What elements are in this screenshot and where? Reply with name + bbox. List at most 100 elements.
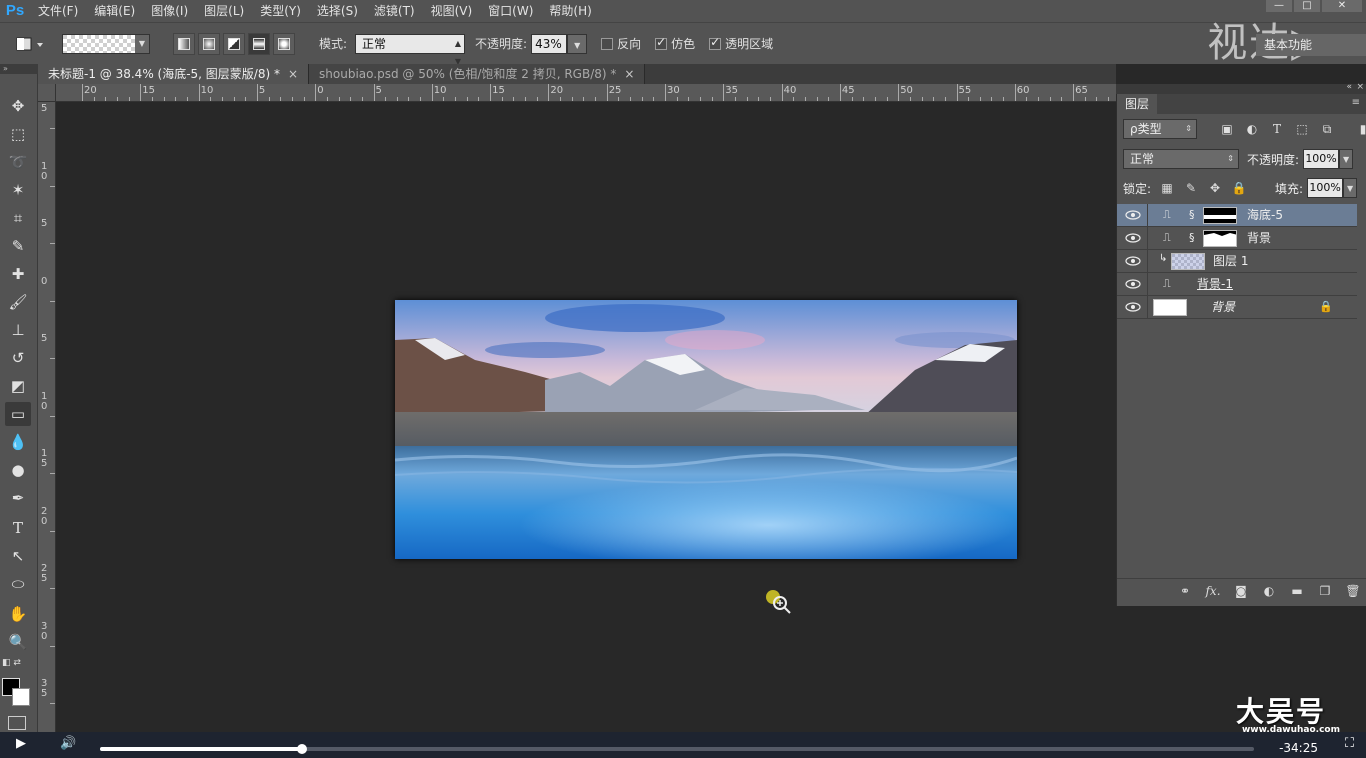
link-icon[interactable]: ⚭ xyxy=(1171,584,1199,598)
folder-icon[interactable]: ▬ xyxy=(1283,584,1311,598)
reflected-gradient-button[interactable] xyxy=(248,32,270,55)
tool-preset-picker[interactable] xyxy=(10,30,50,58)
crop-tool-icon[interactable]: ⌗ xyxy=(5,206,31,230)
close-tab-icon[interactable]: × xyxy=(624,67,634,81)
chevron-down-icon[interactable]: ▼ xyxy=(1339,149,1354,169)
lock-all-icon[interactable]: 🔒 xyxy=(1231,180,1247,196)
gradient-preview[interactable]: ▼ xyxy=(62,33,150,54)
filter-toggle-icon[interactable]: ▮ xyxy=(1354,120,1366,138)
eyedropper-tool-icon[interactable]: ✎ xyxy=(5,234,31,258)
type-tool-icon[interactable]: T xyxy=(5,516,31,540)
layer-row-background[interactable]: 背景 🔒 xyxy=(1117,296,1357,319)
lasso-tool-icon[interactable]: ➰ xyxy=(5,150,31,174)
eraser-tool-icon[interactable]: ◩ xyxy=(5,374,31,398)
type-filter-icon[interactable]: T xyxy=(1268,120,1286,138)
eye-visibility-icon[interactable] xyxy=(1125,254,1141,268)
close-tab-icon[interactable]: × xyxy=(288,67,298,81)
play-icon[interactable]: ▶ xyxy=(16,736,26,751)
menu-filter[interactable]: 滤镜(T) xyxy=(366,0,423,22)
link-chain-icon[interactable]: § xyxy=(1189,208,1199,222)
linear-gradient-button[interactable] xyxy=(173,32,195,55)
ellipse-tool-icon[interactable]: ⬭ xyxy=(5,572,31,596)
menu-image[interactable]: 图像(I) xyxy=(143,0,196,22)
layer-mask-thumbnail[interactable] xyxy=(1203,230,1237,247)
new-layer-icon[interactable]: ❐ xyxy=(1311,584,1339,598)
tab-untitled-1[interactable]: 未标题-1 @ 38.4% (海底-5, 图层蒙版/8) * × xyxy=(38,64,310,84)
volume-icon[interactable]: 🔊 xyxy=(60,736,76,751)
eye-visibility-icon[interactable] xyxy=(1125,208,1141,222)
gradient-tool-icon[interactable]: ▭ xyxy=(5,402,31,426)
close-panel-icon[interactable]: × xyxy=(1356,82,1364,92)
layers-panel-tab[interactable]: 图层 xyxy=(1117,94,1157,114)
move-tool-icon[interactable]: ✥ xyxy=(5,94,31,118)
radial-gradient-button[interactable] xyxy=(198,32,220,55)
blend-mode-dropdown[interactable]: 正常 ⇕ xyxy=(1123,149,1239,169)
fullscreen-icon[interactable]: ⛶ xyxy=(1345,736,1354,751)
chevron-down-icon[interactable]: ▼ xyxy=(1343,178,1358,198)
menu-type[interactable]: 类型(Y) xyxy=(252,0,309,22)
layer-thumbnail[interactable] xyxy=(1171,253,1205,270)
menu-view[interactable]: 视图(V) xyxy=(423,0,481,22)
magic-wand-tool-icon[interactable]: ✶ xyxy=(5,178,31,202)
reverse-checkbox[interactable] xyxy=(601,37,614,50)
dither-checkbox[interactable] xyxy=(655,35,668,50)
angle-gradient-button[interactable] xyxy=(223,32,245,55)
diamond-gradient-button[interactable] xyxy=(273,32,295,55)
path-selection-tool-icon[interactable]: ↖ xyxy=(5,544,31,568)
menu-help[interactable]: 帮助(H) xyxy=(541,0,599,22)
lock-transparent-icon[interactable]: ▦ xyxy=(1159,180,1175,196)
progress-knob[interactable] xyxy=(296,744,307,754)
kind-filter-dropdown[interactable]: ρ类型 ⇕ xyxy=(1123,119,1197,139)
layer-row-layer-1[interactable]: ↳ 图层 1 xyxy=(1117,250,1357,273)
adjustment-icon[interactable]: ◐ xyxy=(1255,584,1283,598)
hand-tool-icon[interactable]: ✋ xyxy=(5,602,31,626)
transparency-checkbox[interactable] xyxy=(709,35,722,50)
fill-field[interactable]: 100% xyxy=(1307,178,1344,198)
menu-edit[interactable]: 编辑(E) xyxy=(86,0,143,22)
dodge-tool-icon[interactable]: ● xyxy=(5,458,31,482)
eye-visibility-icon[interactable] xyxy=(1125,231,1141,245)
history-brush-tool-icon[interactable]: ↺ xyxy=(5,346,31,370)
quick-mask-icon[interactable] xyxy=(8,716,26,730)
brush-tool-icon[interactable]: 🖌 xyxy=(5,290,31,314)
adjustment-filter-icon[interactable]: ◐ xyxy=(1243,120,1261,138)
eye-visibility-icon[interactable] xyxy=(1125,277,1141,291)
panel-menu-icon[interactable]: ≡ xyxy=(1352,97,1360,108)
pen-tool-icon[interactable]: ✒ xyxy=(5,486,31,510)
shape-filter-icon[interactable]: ⬚ xyxy=(1293,120,1311,138)
opacity-field[interactable]: 43% xyxy=(531,33,568,54)
close-window-button[interactable]: ✕ xyxy=(1322,0,1362,12)
background-color-swatch[interactable] xyxy=(12,688,30,706)
menu-file[interactable]: 文件(F) xyxy=(30,0,86,22)
collapse-panels-icon[interactable]: « xyxy=(1346,82,1352,92)
horizontal-ruler[interactable]: 20 15 10 5 0 5 10 15 20 25 30 35 40 45 50 55 60 65 xyxy=(56,84,1121,102)
healing-brush-tool-icon[interactable]: ✚ xyxy=(5,262,31,286)
ruler-origin[interactable] xyxy=(38,84,56,102)
menu-select[interactable]: 选择(S) xyxy=(309,0,366,22)
lock-image-icon[interactable]: ✎ xyxy=(1183,180,1199,196)
menu-window[interactable]: 窗口(W) xyxy=(480,0,541,22)
image-filter-icon[interactable]: ▣ xyxy=(1218,120,1236,138)
video-progress-bar[interactable] xyxy=(100,744,1254,754)
clone-stamp-tool-icon[interactable]: ⊥ xyxy=(5,318,31,342)
fx-icon[interactable]: fx. xyxy=(1199,584,1227,598)
mode-dropdown[interactable]: 正常 ▲ ▼ xyxy=(355,33,466,66)
layer-thumbnail[interactable] xyxy=(1153,299,1187,316)
menu-layer[interactable]: 图层(L) xyxy=(196,0,252,22)
mask-icon[interactable]: ◙ xyxy=(1227,584,1255,598)
layer-row-beijing[interactable]: ⎍ § 背景 xyxy=(1117,227,1357,250)
document-canvas[interactable] xyxy=(395,300,1017,559)
link-chain-icon[interactable]: § xyxy=(1189,231,1199,245)
lock-position-icon[interactable]: ✥ xyxy=(1207,180,1223,196)
trash-icon[interactable]: 🗑 xyxy=(1339,584,1366,598)
marquee-tool-icon[interactable]: ⬚ xyxy=(5,122,31,146)
workspace-dropdown[interactable]: 基本功能 xyxy=(1256,34,1366,56)
blur-tool-icon[interactable]: 💧 xyxy=(5,430,31,454)
eye-visibility-icon[interactable] xyxy=(1125,300,1141,314)
layer-mask-thumbnail[interactable] xyxy=(1203,207,1237,224)
default-colors-icon[interactable]: ◧ ⇄ xyxy=(2,658,21,668)
layer-row-haidi-5[interactable]: ⎍ § 海底-5 xyxy=(1117,204,1357,227)
tab-shoubiao[interactable]: shoubiao.psd @ 50% (色相/饱和度 2 拷贝, RGB/8) … xyxy=(309,64,646,84)
layer-opacity-field[interactable]: 100% xyxy=(1303,149,1340,169)
smartobject-filter-icon[interactable]: ⧉ xyxy=(1318,120,1336,138)
